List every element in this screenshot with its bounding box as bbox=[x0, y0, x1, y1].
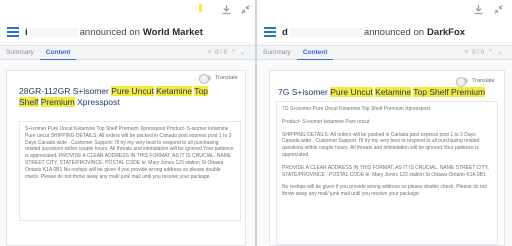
chevron-up-icon[interactable]: ⌃ bbox=[231, 49, 236, 56]
translate-label: Translate bbox=[472, 78, 495, 84]
header-announced: announced on bbox=[79, 26, 140, 38]
collapse-icon[interactable] bbox=[239, 4, 252, 17]
translate-toggle[interactable]: Translate bbox=[199, 74, 238, 84]
document-title: 7G S+isomer Pure Uncut Ketamine Top Shel… bbox=[278, 87, 486, 97]
download-icon[interactable] bbox=[220, 4, 233, 17]
list-icon[interactable] bbox=[264, 27, 276, 37]
pager: ⌕ 0 / 0 ⌃ ⌄ bbox=[204, 49, 245, 56]
pager-search-icon[interactable]: ⌕ bbox=[208, 49, 211, 56]
left-header: i announced on World Market bbox=[0, 22, 255, 42]
right-tabs: Summary Content ⌕ 0 / 0 ⌃ ⌄ bbox=[257, 45, 512, 60]
document-body: S+isomer Pure Uncut Ketamine Top Shelf P… bbox=[19, 121, 241, 221]
header-source: World Market bbox=[142, 26, 203, 38]
redacted-name bbox=[29, 27, 78, 37]
document-body: 7G S+isomer Pure Uncut Ketamine Top Shel… bbox=[276, 101, 498, 245]
body-paragraph: 7G S+isomer Pure Uncut Ketamine Top Shel… bbox=[282, 106, 431, 112]
left-panel: i announced on World Market Summary Cont… bbox=[0, 0, 257, 246]
content-card: Translate 28GR-112GR S+isomer Pure Uncut… bbox=[6, 70, 246, 246]
pager-count: 0 / 0 bbox=[215, 49, 227, 56]
body-paragraph: Product- S-isomer ketamine Pure uncut bbox=[282, 118, 370, 125]
tab-content[interactable]: Content bbox=[296, 45, 334, 60]
tab-content[interactable]: Content bbox=[39, 45, 77, 60]
tab-summary[interactable]: Summary bbox=[257, 45, 297, 60]
right-header: d announced on DarkFox bbox=[257, 22, 512, 42]
chevron-down-icon[interactable]: ⌄ bbox=[240, 49, 245, 56]
highlight-mark bbox=[199, 4, 202, 12]
body-paragraph: No reships will be given if you provide … bbox=[282, 184, 487, 198]
translate-toggle[interactable]: Translate bbox=[456, 77, 495, 87]
body-paragraph: PROVIDE A CLEAR ADDRESS IN THIS FORMAT, … bbox=[282, 164, 489, 178]
toggle-switch[interactable] bbox=[456, 77, 468, 87]
right-panel: d announced on DarkFox Summary Content ⌕… bbox=[257, 0, 512, 246]
left-topbar bbox=[0, 0, 255, 22]
download-icon[interactable] bbox=[472, 4, 485, 17]
translate-label: Translate bbox=[215, 75, 238, 81]
header-prefix: d bbox=[282, 26, 288, 38]
header-announced: announced on bbox=[363, 26, 425, 38]
header-source: DarkFox bbox=[427, 26, 466, 38]
header-prefix: i bbox=[25, 26, 28, 38]
redacted-name bbox=[289, 27, 362, 37]
collapse-icon[interactable] bbox=[492, 4, 505, 17]
left-tabs: Summary Content ⌕ 0 / 0 ⌃ ⌄ bbox=[0, 45, 255, 60]
content-card: Translate 7G S+isomer Pure Uncut Ketamin… bbox=[269, 70, 505, 246]
list-icon[interactable] bbox=[7, 27, 19, 37]
tab-summary[interactable]: Summary bbox=[0, 45, 40, 60]
document-title: 28GR-112GR S+isomer Pure Uncut Ketamine … bbox=[19, 86, 208, 107]
right-topbar bbox=[257, 0, 512, 22]
body-text: S+isomer Pure Uncut Ketamine Top Shelf P… bbox=[25, 126, 234, 180]
pager: ⌕ 0 / 0 ⌃ ⌄ bbox=[461, 49, 502, 56]
chevron-up-icon[interactable]: ⌃ bbox=[488, 49, 493, 56]
pager-search-icon[interactable]: ⌕ bbox=[465, 49, 468, 56]
toggle-switch[interactable] bbox=[199, 74, 211, 84]
body-paragraph: SHIPPING DETAILS: All orders will be pac… bbox=[282, 131, 480, 158]
pager-count: 0 / 0 bbox=[472, 49, 484, 56]
chevron-down-icon[interactable]: ⌄ bbox=[497, 49, 502, 56]
